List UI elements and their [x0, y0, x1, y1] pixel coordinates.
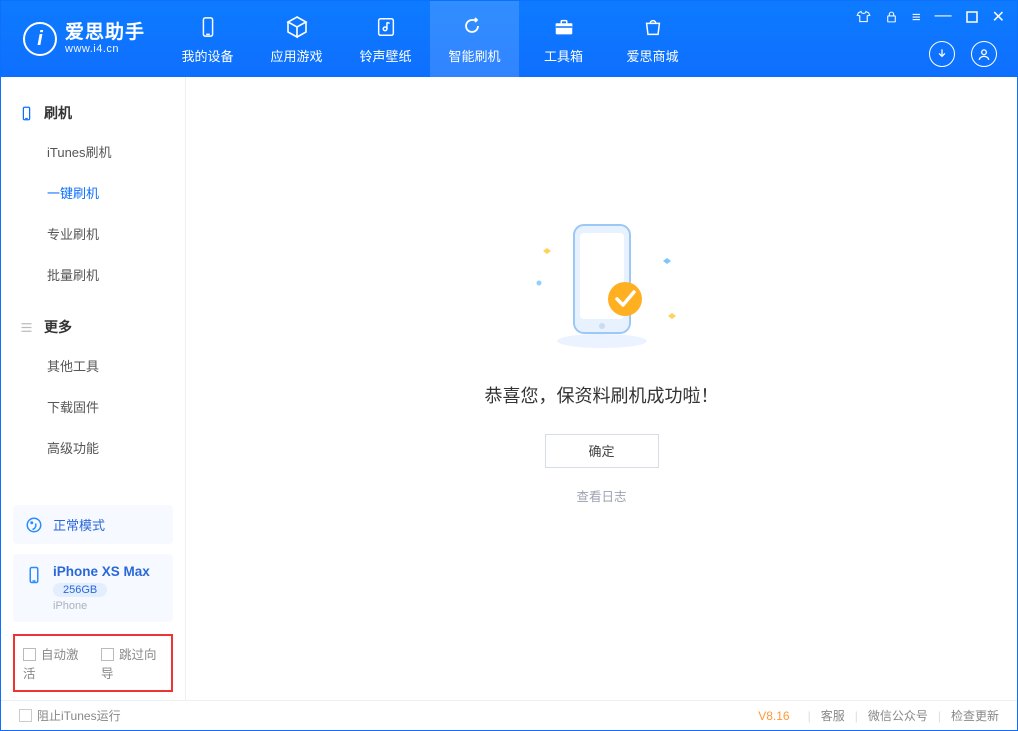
cube-icon [284, 14, 310, 40]
wechat-link[interactable]: 微信公众号 [868, 707, 928, 724]
nav-ringtones[interactable]: 铃声壁纸 [341, 1, 430, 77]
body: 刷机 iTunes刷机 一键刷机 专业刷机 批量刷机 更多 其他工具 下载固件 … [1, 77, 1017, 700]
sidebar-group-more: 更多 [1, 309, 185, 345]
nav-store[interactable]: 爱思商城 [608, 1, 697, 77]
device-capacity: 256GB [53, 583, 107, 597]
sidebar-item-pro-flash[interactable]: 专业刷机 [1, 213, 185, 254]
main-nav: 我的设备 应用游戏 铃声壁纸 智能刷机 工具箱 爱思商城 [163, 1, 697, 77]
list-icon [19, 320, 34, 335]
nav-label: 智能刷机 [449, 46, 501, 65]
main-panel: 恭喜您，保资料刷机成功啦！ 确定 查看日志 [186, 77, 1017, 700]
device-type: iPhone [53, 600, 150, 612]
success-illustration [517, 213, 687, 358]
download-button[interactable] [929, 41, 955, 67]
nav-label: 铃声壁纸 [360, 46, 412, 65]
close-icon[interactable]: ✕ [992, 10, 1005, 26]
music-icon [373, 14, 399, 40]
sidebar-item-batch-flash[interactable]: 批量刷机 [1, 254, 185, 295]
logo-icon: i [23, 22, 57, 56]
sidebar-group-title: 刷机 [44, 103, 72, 123]
sidebar: 刷机 iTunes刷机 一键刷机 专业刷机 批量刷机 更多 其他工具 下载固件 … [1, 77, 186, 700]
user-button[interactable] [971, 41, 997, 67]
check-update-link[interactable]: 检查更新 [951, 707, 999, 724]
nav-label: 爱思商城 [627, 46, 679, 65]
app-title: 爱思助手 [65, 23, 145, 44]
sidebar-group-flash: 刷机 [1, 95, 185, 131]
titlebar-controls: ≡ — ✕ [856, 9, 1005, 26]
success-panel: 恭喜您，保资料刷机成功啦！ 确定 查看日志 [485, 213, 719, 505]
device-box[interactable]: iPhone XS Max 256GB iPhone [13, 554, 173, 622]
sidebar-item-other-tools[interactable]: 其他工具 [1, 345, 185, 386]
store-icon [640, 14, 666, 40]
block-itunes-checkbox[interactable]: 阻止iTunes运行 [19, 707, 121, 724]
app-window: i 爱思助手 www.i4.cn 我的设备 应用游戏 铃声壁纸 智能刷机 [0, 0, 1018, 731]
version-label: V8.16 [758, 709, 789, 723]
nav-label: 应用游戏 [271, 46, 323, 65]
skip-wizard-checkbox[interactable]: 跳过向导 [101, 644, 163, 682]
header-right [929, 41, 997, 67]
header: i 爱思助手 www.i4.cn 我的设备 应用游戏 铃声壁纸 智能刷机 [1, 1, 1017, 77]
refresh-icon [462, 14, 488, 40]
nav-label: 工具箱 [544, 46, 583, 65]
view-log-link[interactable]: 查看日志 [576, 486, 626, 505]
auto-activate-checkbox[interactable]: 自动激活 [23, 644, 85, 682]
mode-label: 正常模式 [53, 515, 105, 534]
sidebar-group-title: 更多 [44, 317, 72, 337]
mode-box[interactable]: 正常模式 [13, 505, 173, 544]
sidebar-item-advanced[interactable]: 高级功能 [1, 427, 185, 468]
nav-my-device[interactable]: 我的设备 [163, 1, 252, 77]
footer: 阻止iTunes运行 V8.16 | 客服 | 微信公众号 | 检查更新 [1, 700, 1017, 730]
sidebar-item-download-firmware[interactable]: 下载固件 [1, 386, 185, 427]
tshirt-icon[interactable] [856, 10, 871, 25]
nav-smart-flash[interactable]: 智能刷机 [430, 1, 519, 77]
nav-apps-games[interactable]: 应用游戏 [252, 1, 341, 77]
minimize-icon[interactable]: — [935, 6, 952, 23]
ok-button[interactable]: 确定 [545, 434, 659, 468]
phone-icon [19, 106, 34, 121]
highlighted-options: 自动激活 跳过向导 [13, 634, 173, 692]
lock-icon[interactable] [885, 10, 898, 26]
maximize-icon[interactable] [966, 11, 978, 25]
logo: i 爱思助手 www.i4.cn [1, 1, 163, 77]
device-icon [195, 14, 221, 40]
nav-toolbox[interactable]: 工具箱 [519, 1, 608, 77]
success-message: 恭喜您，保资料刷机成功啦！ [485, 382, 719, 408]
mode-icon [25, 516, 43, 534]
sidebar-item-one-click-flash[interactable]: 一键刷机 [1, 172, 185, 213]
app-subtitle: www.i4.cn [65, 43, 145, 55]
support-link[interactable]: 客服 [821, 707, 845, 724]
phone-icon [25, 566, 43, 584]
device-name: iPhone XS Max [53, 564, 150, 579]
menu-icon[interactable]: ≡ [912, 10, 921, 25]
toolbox-icon [551, 14, 577, 40]
nav-label: 我的设备 [182, 46, 234, 65]
sidebar-item-itunes-flash[interactable]: iTunes刷机 [1, 131, 185, 172]
